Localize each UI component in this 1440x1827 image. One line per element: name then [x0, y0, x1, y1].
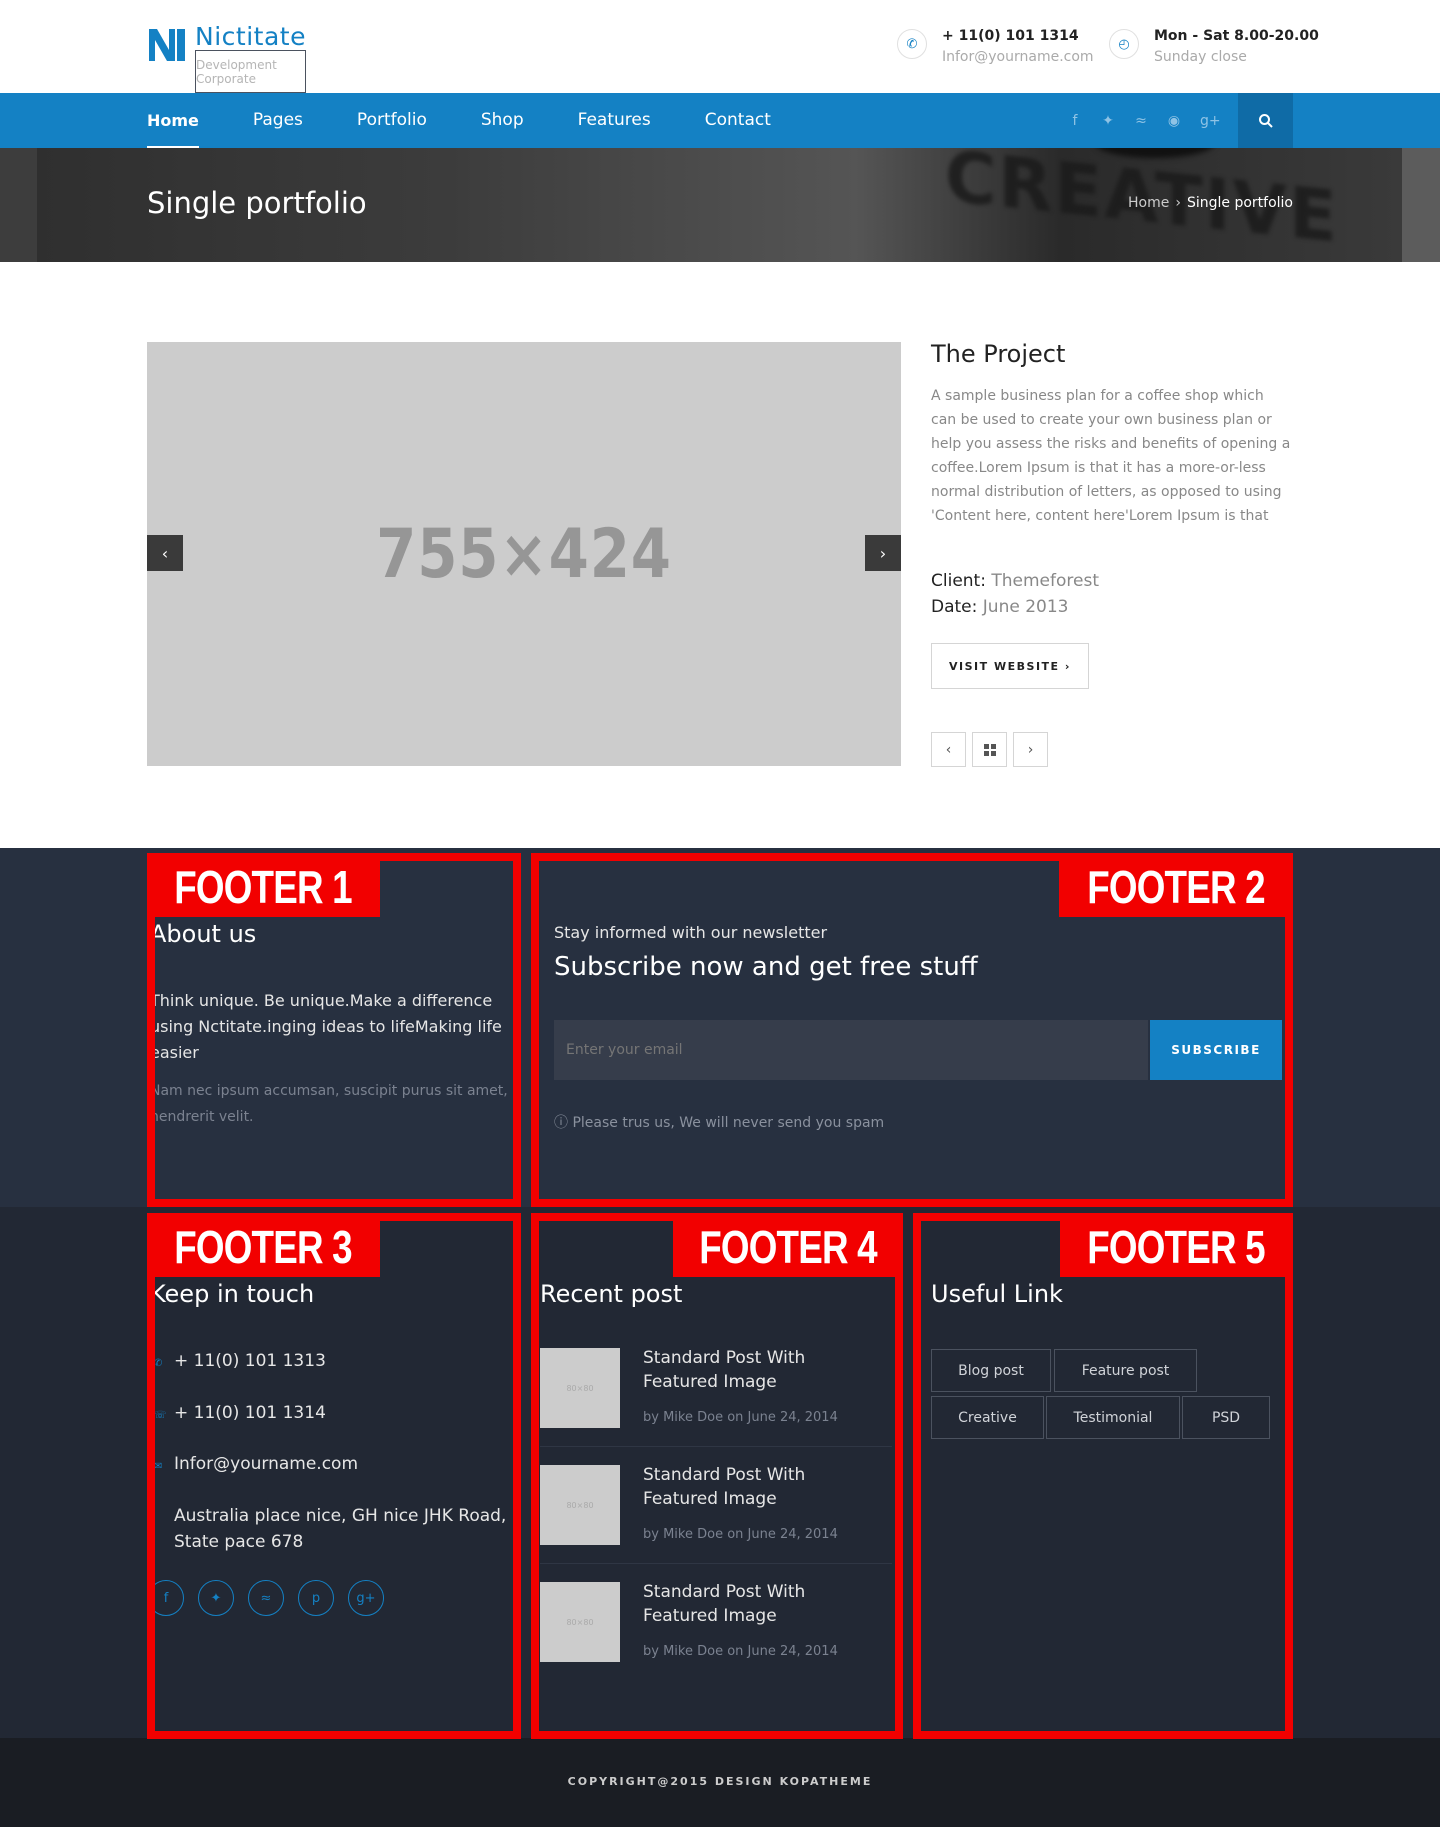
chevron-right-icon: ›	[1064, 659, 1071, 673]
phone-icon: ✆	[897, 29, 927, 59]
page-title: Single portfolio	[147, 186, 367, 220]
footer4-highlight-box	[531, 1213, 903, 1739]
nav-menu: Home Pages Portfolio Shop Features Conta…	[147, 93, 825, 148]
nav-item-features[interactable]: Features	[578, 93, 651, 148]
grid-icon[interactable]	[972, 732, 1007, 767]
breadcrumb-home[interactable]: Home	[1128, 195, 1169, 211]
top-header: Nictitate Development Corporate ✆ + 11(0…	[0, 0, 1440, 93]
header-phone-block: ✆ + 11(0) 101 1314 Infor@yourname.com	[897, 26, 1094, 68]
date-label: Date:	[931, 597, 978, 617]
date-value: June 2013	[982, 597, 1069, 617]
client-label: Client:	[931, 571, 986, 591]
client-value: Themeforest	[991, 571, 1099, 591]
project-navigation: ‹ ›	[931, 732, 1054, 767]
project-details: The Project A sample business plan for a…	[931, 340, 1293, 689]
nav-item-portfolio[interactable]: Portfolio	[357, 93, 427, 148]
main-navbar: Home Pages Portfolio Shop Features Conta…	[0, 93, 1440, 148]
nav-item-contact[interactable]: Contact	[705, 93, 771, 148]
nav-item-shop[interactable]: Shop	[481, 93, 524, 148]
project-title: The Project	[931, 340, 1066, 368]
header-closed: Sunday close	[1154, 49, 1247, 65]
dribbble-icon[interactable]: ◉	[1167, 113, 1181, 129]
header-hours-block: ◴ Mon - Sat 8.00-20.00 Sunday close	[1109, 26, 1319, 68]
footer4-label: FOOTER 4	[673, 1217, 903, 1277]
google-plus-icon[interactable]: g+	[1200, 113, 1221, 129]
project-description: A sample business plan for a coffee shop…	[931, 388, 1291, 524]
facebook-icon[interactable]: f	[1068, 113, 1082, 129]
footer3-label: FOOTER 3	[147, 1217, 380, 1277]
next-project-button[interactable]: ›	[1013, 732, 1048, 767]
logo[interactable]: Nictitate Development Corporate	[147, 22, 306, 93]
brand-tagline: Development Corporate	[195, 50, 306, 93]
portfolio-slider: 755×424 ‹ ›	[147, 342, 901, 766]
visit-website-button[interactable]: VISIT WEBSITE ›	[931, 643, 1089, 689]
search-icon[interactable]	[1238, 93, 1293, 148]
nav-item-pages[interactable]: Pages	[253, 93, 303, 148]
twitter-icon[interactable]: ✦	[1101, 113, 1115, 129]
logo-mark-icon	[147, 26, 187, 63]
rss-icon[interactable]: ≈	[1134, 113, 1148, 129]
footer2-label: FOOTER 2	[1059, 857, 1293, 917]
header-hours: Mon - Sat 8.00-20.00	[1154, 28, 1319, 44]
page-title-banner: CREATIVE Single portfolio Home › Single po…	[0, 148, 1440, 262]
slider-next-button[interactable]: ›	[865, 535, 901, 571]
slider-prev-button[interactable]: ‹	[147, 535, 183, 571]
footer5-highlight-box	[913, 1213, 1293, 1739]
copyright: COPYRIGHT@2015 DESIGN KOPATHEME	[567, 1775, 873, 1788]
slider-placeholder: 755×424	[376, 514, 672, 594]
footer1-label: FOOTER 1	[147, 857, 380, 917]
footer3-highlight-box	[147, 1213, 521, 1739]
breadcrumb: Home › Single portfolio	[1128, 195, 1293, 211]
chevron-right-icon: ›	[1175, 195, 1181, 211]
footer5-label: FOOTER 5	[1060, 1217, 1293, 1277]
header-phone: + 11(0) 101 1314	[942, 28, 1079, 44]
nav-social: f ✦ ≈ ◉ g+	[1068, 93, 1233, 148]
footer-bottom: COPYRIGHT@2015 DESIGN KOPATHEME	[0, 1738, 1440, 1827]
header-email: Infor@yourname.com	[942, 49, 1094, 65]
nav-item-home[interactable]: Home	[147, 93, 199, 148]
prev-project-button[interactable]: ‹	[931, 732, 966, 767]
brand-name: Nictitate	[195, 22, 306, 51]
project-meta: Client: Themeforest Date: June 2013	[931, 568, 1293, 620]
clock-icon: ◴	[1109, 29, 1139, 59]
breadcrumb-current: Single portfolio	[1186, 195, 1293, 211]
